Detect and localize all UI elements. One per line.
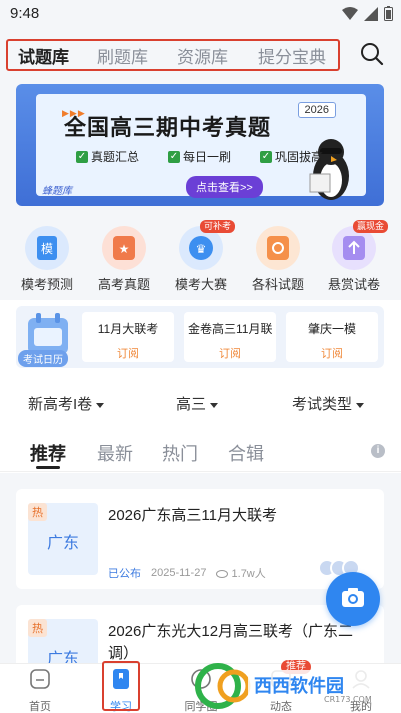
check-icon: ✓ [260, 150, 272, 163]
tab-practice-bank[interactable]: 刷题库 [97, 43, 148, 68]
check-icon: ✓ [168, 150, 180, 163]
status-bar: 9:48 [0, 0, 401, 28]
exam-type-filter[interactable]: 考试类型 [292, 393, 365, 414]
quick-entry-row: 模 模考预测 ★ 高考真题 ♛ 可补考 模考大赛 各科试题 赢现金 悬赏试卷 [0, 218, 401, 300]
nav-active-highlight [102, 661, 140, 711]
svg-text:♛: ♛ [196, 242, 207, 256]
eye-icon [216, 570, 229, 579]
reward-icon: 赢现金 [332, 220, 388, 270]
filter-bar: 新高考I卷 高三 考试类型 [0, 380, 401, 424]
quick-reward-papers[interactable]: 赢现金 悬赏试卷 [314, 220, 394, 293]
search-icon[interactable] [359, 41, 385, 67]
publish-date: 2025-11-27 [151, 567, 207, 579]
caret-down-icon [96, 402, 105, 408]
region-filter[interactable]: 新高考I卷 [28, 393, 105, 414]
banner-year: 2026 [297, 102, 336, 118]
calendar-card[interactable]: 11月大联考 订阅 [82, 312, 174, 362]
content-tab-bar: 推荐 最新 热门 合辑 i [0, 428, 401, 472]
banner-feature-2: ✓ 每日一刷 [168, 150, 232, 164]
banner-area: ▶▶▶ 2026 全国高三期中考真题 ✓ 真题汇总 ✓ 每日一刷 ✓ 巩固拔高 蜂题库… [0, 78, 401, 218]
exam-calendar: 考试日历 11月大联考 订阅 金卷高三11月联 订阅 肇庆一模 订阅 [16, 306, 384, 368]
active-tab-indicator [36, 466, 60, 469]
reward-badge: 赢现金 [352, 220, 388, 233]
hot-badge: 热 [28, 619, 47, 637]
banner-feature-1: ✓ 真题汇总 [76, 150, 140, 164]
quick-exam-predict[interactable]: 模 模考预测 [7, 226, 87, 293]
tab-score-guide[interactable]: 提分宝典 [258, 43, 326, 68]
svg-text:模: 模 [41, 242, 53, 256]
tab-recommend[interactable]: 推荐 [30, 440, 66, 466]
quick-gaokao-real[interactable]: ★ 高考真题 [84, 226, 164, 293]
grade-filter[interactable]: 高三 [176, 393, 219, 414]
top-tab-bar: 试题库 刷题库 资源库 提分宝典 [0, 28, 401, 78]
item-meta: 已公布 2025-11-27 1.7w人 [108, 565, 266, 581]
camera-icon [342, 588, 364, 607]
penguin-mascot-icon [309, 139, 349, 200]
tab-collection[interactable]: 合辑 [228, 440, 264, 466]
publish-status: 已公布 [108, 568, 141, 580]
caret-down-icon [210, 402, 219, 408]
quick-contest[interactable]: ♛ 可补考 模考大赛 [161, 220, 241, 293]
nav-home[interactable]: 首页 [10, 668, 70, 713]
check-icon: ✓ [76, 150, 88, 163]
site-watermark: 西西软件园 CR173.COM [195, 663, 372, 709]
signal-icon [364, 6, 378, 21]
tab-hot[interactable]: 热门 [162, 440, 198, 466]
calendar-label[interactable]: 考试日历 [18, 350, 68, 367]
banner-feature-3: ✓ 巩固拔高 [260, 150, 324, 164]
battery-icon [384, 6, 393, 21]
status-time: 9:48 [10, 5, 40, 22]
svg-text:西西软件园: 西西软件园 [254, 675, 344, 697]
tab-resource-bank[interactable]: 资源库 [177, 43, 228, 68]
status-icons [342, 6, 393, 21]
calendar-card[interactable]: 金卷高三11月联 订阅 [184, 312, 276, 362]
subscribe-link[interactable]: 订阅 [286, 345, 378, 361]
hot-badge: 热 [28, 503, 47, 521]
subjects-icon [256, 226, 300, 270]
view-count: 1.7w人 [216, 565, 266, 581]
svg-text:CR173.COM: CR173.COM [324, 695, 372, 704]
tab-question-bank[interactable]: 试题库 [18, 43, 69, 68]
contest-icon: ♛ 可补考 [179, 220, 235, 270]
tab-latest[interactable]: 最新 [97, 440, 133, 466]
promo-banner[interactable]: ▶▶▶ 2026 全国高三期中考真题 ✓ 真题汇总 ✓ 每日一刷 ✓ 巩固拔高 蜂题库… [16, 84, 384, 206]
item-title: 2026广东光大12月高三联考（广东二调） [108, 623, 354, 662]
exam-predict-icon: 模 [25, 226, 69, 270]
banner-cta-button[interactable]: 点击查看>> [186, 176, 263, 198]
calendar-card[interactable]: 肇庆一模 订阅 [286, 312, 378, 362]
camera-search-button[interactable] [326, 572, 380, 626]
banner-title: 全国高三期中考真题 [64, 115, 272, 140]
subscribe-link[interactable]: 订阅 [184, 345, 276, 361]
subscribe-link[interactable]: 订阅 [82, 345, 174, 361]
contest-badge: 可补考 [199, 220, 235, 233]
exam-list: 广东 热 2026广东高三11月大联考 已公布 2025-11-27 1.7w人… [0, 473, 401, 691]
banner-brand: 蜂题库 [42, 186, 72, 197]
svg-text:★: ★ [119, 242, 130, 256]
wifi-icon [342, 6, 358, 20]
gaokao-icon: ★ [102, 226, 146, 270]
info-icon[interactable]: i [371, 444, 385, 458]
caret-down-icon [356, 402, 365, 408]
home-icon [30, 669, 50, 689]
item-title: 2026广东高三11月大联考 [108, 507, 277, 524]
quick-subjects[interactable]: 各科试题 [238, 226, 318, 293]
